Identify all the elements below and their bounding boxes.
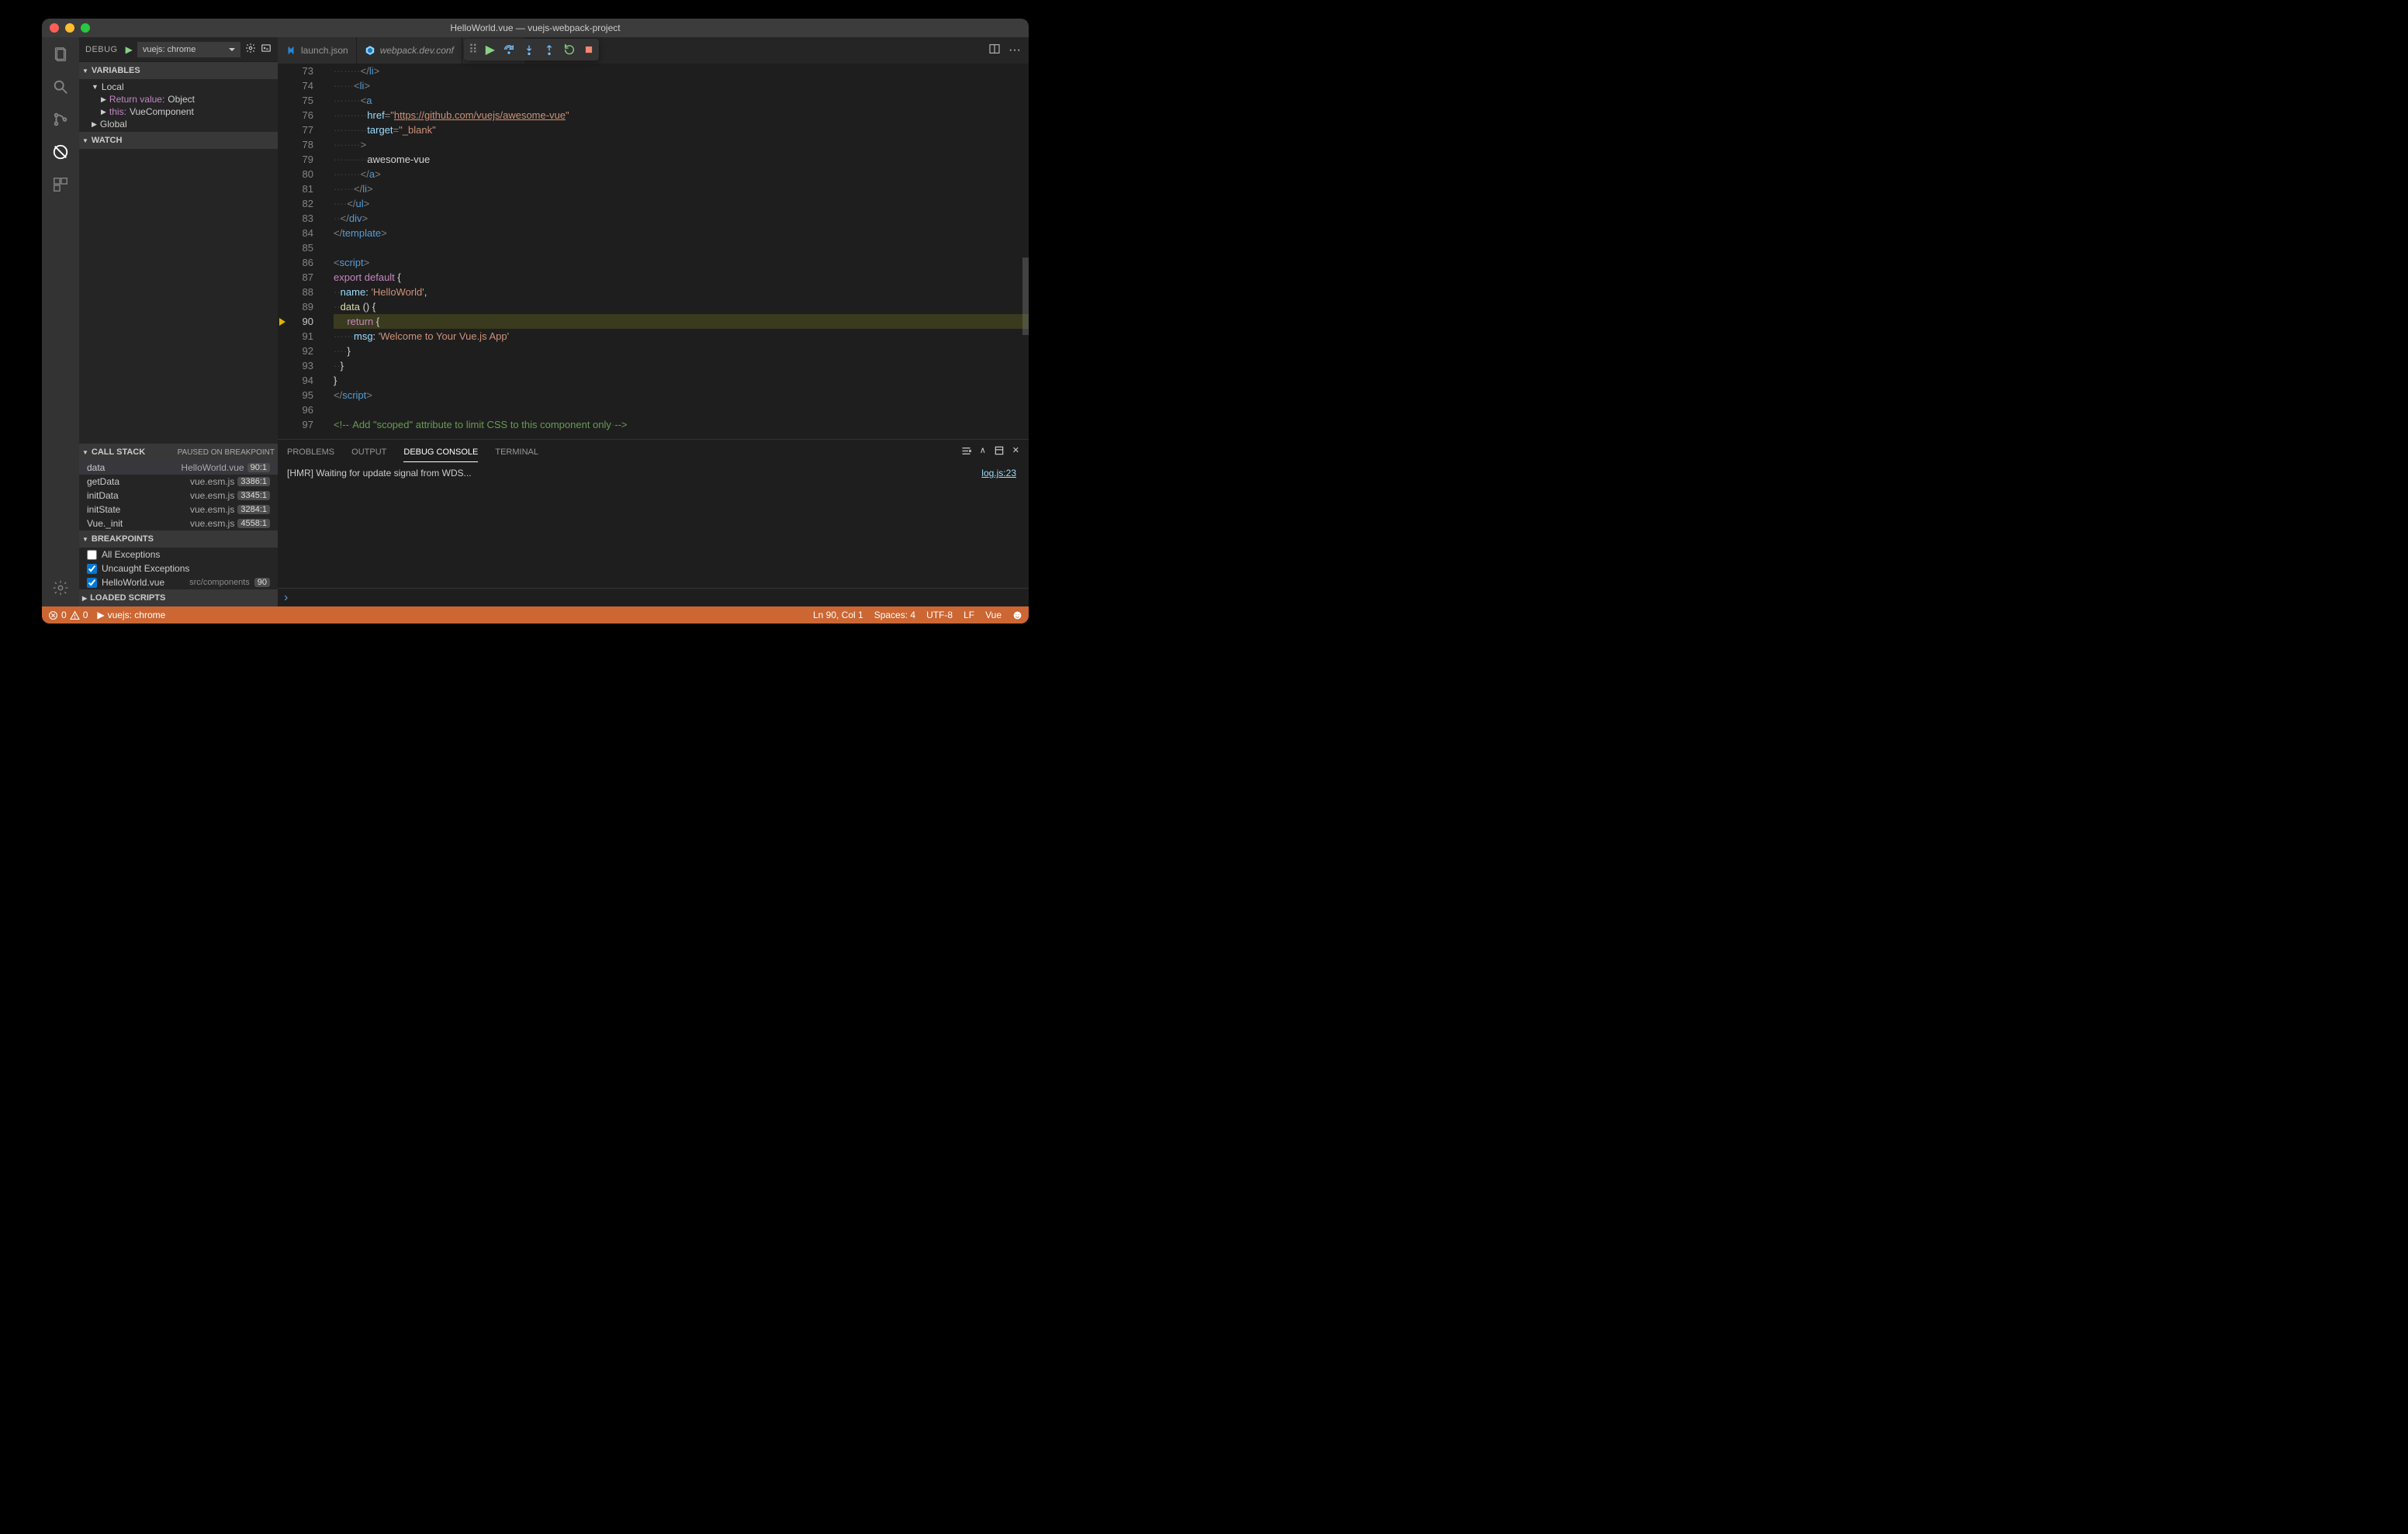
error-icon (48, 610, 58, 620)
bp-checkbox[interactable] (87, 578, 97, 588)
debug-config-value: vuejs: chrome (143, 45, 195, 54)
status-bar: 0 0 ▶vuejs: chrome Ln 90, Col 1 Spaces: … (42, 606, 1029, 624)
step-into-icon[interactable] (523, 43, 535, 56)
status-encoding[interactable]: UTF-8 (926, 610, 953, 620)
variables-body: ▼Local ▶Return value: Object ▶this: VueC… (79, 79, 278, 132)
restart-icon[interactable] (563, 43, 576, 56)
status-feedback-icon[interactable] (1012, 610, 1022, 620)
webpack-file-icon (365, 45, 375, 56)
status-errors[interactable]: 0 0 (48, 610, 88, 620)
console-log-source[interactable]: log.js:23 (981, 468, 1016, 479)
fold-gutter[interactable] (321, 64, 334, 439)
local-scope[interactable]: ▼Local (79, 81, 278, 93)
explorer-icon[interactable] (50, 43, 71, 65)
watch-body (79, 149, 278, 259)
breakpoints-section[interactable]: ▼BREAKPOINTS (79, 530, 278, 548)
tab-webpack-conf[interactable]: webpack.dev.conf (357, 37, 462, 64)
current-execution-icon (279, 318, 285, 326)
vscode-window: HelloWorld.vue — vuejs-webpack-project D… (42, 19, 1029, 624)
code-content[interactable]: ········</li> ······<li> ········<a ····… (334, 64, 1029, 439)
tab-actions: ··· (988, 37, 1029, 64)
bp-uncaught-exceptions[interactable]: Uncaught Exceptions (79, 561, 278, 575)
editor-tabs: launch.json webpack.dev.conf JS index.js… (278, 37, 1029, 64)
play-icon: ▶ (97, 610, 104, 620)
panel-tabs: PROBLEMS OUTPUT DEBUG CONSOLE TERMINAL ∧… (278, 440, 1029, 465)
callstack-body: dataHelloWorld.vue90:1 getDatavue.esm.js… (79, 461, 278, 530)
window-title: HelloWorld.vue — vuejs-webpack-project (42, 22, 1029, 33)
panel: PROBLEMS OUTPUT DEBUG CONSOLE TERMINAL ∧… (278, 439, 1029, 606)
variables-section[interactable]: ▼VARIABLES (79, 62, 278, 79)
stack-frame[interactable]: Vue._initvue.esm.js4558:1 (79, 517, 278, 530)
breakpoints-body: All Exceptions Uncaught Exceptions Hello… (79, 548, 278, 589)
panel-tab-output[interactable]: OUTPUT (351, 443, 386, 461)
debug-header: DEBUG ▶ vuejs: chrome (79, 37, 278, 62)
window-body: DEBUG ▶ vuejs: chrome ▼VARIABLES ▼Local … (42, 37, 1029, 606)
search-icon[interactable] (50, 76, 71, 98)
drag-handle-icon[interactable]: ⠿ (469, 42, 478, 57)
more-actions-icon[interactable]: ··· (1009, 43, 1021, 57)
close-panel-icon[interactable]: ✕ (1012, 445, 1019, 459)
debug-toolbar[interactable]: ⠿ ▶ (464, 39, 599, 60)
status-eol[interactable]: LF (964, 610, 974, 620)
stack-frame[interactable]: initStatevue.esm.js3284:1 (79, 503, 278, 517)
breakpoint-gutter[interactable] (278, 64, 287, 439)
extensions-icon[interactable] (50, 174, 71, 195)
step-out-icon[interactable] (543, 43, 555, 56)
tab-launch-json[interactable]: launch.json (278, 37, 357, 64)
callstack-section[interactable]: ▼CALL STACK PAUSED ON BREAKPOINT (79, 444, 278, 461)
line-numbers: 7374757677787980818283848586878889909192… (287, 64, 321, 439)
debug-console-icon[interactable] (261, 43, 272, 56)
status-language[interactable]: Vue (985, 610, 1002, 620)
collapse-panel-icon[interactable]: ∧ (980, 445, 986, 459)
this-row[interactable]: ▶this: VueComponent (79, 105, 278, 118)
panel-tab-terminal[interactable]: TERMINAL (495, 443, 538, 461)
activity-bar (42, 37, 79, 606)
settings-gear-icon[interactable] (50, 577, 71, 599)
stack-frame[interactable]: dataHelloWorld.vue90:1 (79, 461, 278, 475)
status-ln-col[interactable]: Ln 90, Col 1 (813, 610, 863, 620)
watch-section[interactable]: ▼WATCH (79, 132, 278, 149)
stack-frame[interactable]: initDatavue.esm.js3345:1 (79, 489, 278, 503)
debug-console-input[interactable]: › (278, 588, 1029, 606)
debug-label: DEBUG (85, 45, 118, 54)
debug-settings-icon[interactable] (245, 43, 256, 56)
paused-label: PAUSED ON BREAKPOINT (178, 448, 275, 457)
debug-icon[interactable] (50, 141, 71, 163)
warning-icon (70, 610, 80, 620)
maximize-panel-icon[interactable] (994, 445, 1005, 459)
status-debug-config[interactable]: ▶vuejs: chrome (97, 610, 165, 620)
vscode-file-icon (285, 45, 296, 56)
panel-actions: ∧ ✕ (960, 445, 1019, 459)
title-bar: HelloWorld.vue — vuejs-webpack-project (42, 19, 1029, 37)
panel-body[interactable]: [HMR] Waiting for update signal from WDS… (278, 465, 1029, 588)
panel-tab-debug-console[interactable]: DEBUG CONSOLE (403, 443, 478, 462)
debug-sidebar: DEBUG ▶ vuejs: chrome ▼VARIABLES ▼Local … (79, 37, 278, 606)
code-editor[interactable]: 7374757677787980818283848586878889909192… (278, 64, 1029, 439)
panel-tab-problems[interactable]: PROBLEMS (287, 443, 334, 461)
bp-all-exceptions[interactable]: All Exceptions (79, 548, 278, 561)
step-over-icon[interactable] (503, 43, 515, 56)
scm-icon[interactable] (50, 109, 71, 130)
start-debugging-icon[interactable]: ▶ (126, 44, 133, 55)
clear-console-icon[interactable] (960, 445, 972, 459)
bp-checkbox[interactable] (87, 564, 97, 574)
editor-group: launch.json webpack.dev.conf JS index.js… (278, 37, 1029, 606)
stack-frame[interactable]: getDatavue.esm.js3386:1 (79, 475, 278, 489)
continue-icon[interactable]: ▶ (486, 42, 495, 57)
debug-config-dropdown[interactable]: vuejs: chrome (137, 42, 240, 57)
console-log-line: [HMR] Waiting for update signal from WDS… (287, 468, 472, 479)
bp-file[interactable]: HelloWorld.vuesrc/components90 (79, 575, 278, 589)
minimap[interactable] (1022, 64, 1029, 439)
stop-icon[interactable] (583, 44, 594, 55)
global-scope[interactable]: ▶Global (79, 118, 278, 130)
bp-checkbox[interactable] (87, 550, 97, 560)
split-editor-icon[interactable] (988, 43, 1001, 59)
return-value-row[interactable]: ▶Return value: Object (79, 93, 278, 105)
status-spaces[interactable]: Spaces: 4 (874, 610, 915, 620)
loaded-scripts-section[interactable]: ▶LOADED SCRIPTS (79, 589, 278, 606)
